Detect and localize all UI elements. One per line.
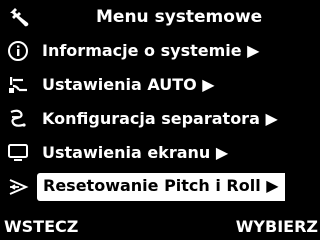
menu-item-label: Ustawienia ekranu ▶ (42, 143, 229, 162)
menu-item-auto-settings[interactable]: Ustawienia AUTO ▶ (0, 69, 320, 101)
menu-item-reset-pitch-roll[interactable]: Resetowanie Pitch i Roll ▶ (0, 171, 320, 203)
system-menu-screen: Menu systemowe Informacje o systemie ▶ U… (0, 0, 320, 240)
menu-item-system-info[interactable]: Informacje o systemie ▶ (0, 35, 320, 67)
menu-item-label: Informacje o systemie ▶ (42, 41, 260, 60)
auto-steer-icon (7, 74, 33, 96)
menu-item-label: Ustawienia AUTO ▶ (42, 75, 215, 94)
page-title: Menu systemowe (96, 7, 263, 27)
menu-item-separator-config[interactable]: Konfiguracja separatora ▶ (0, 103, 320, 135)
header: Menu systemowe (0, 2, 320, 32)
wrench-icon (8, 6, 32, 28)
info-circle-icon (7, 40, 33, 62)
monitor-icon (7, 142, 33, 164)
back-button[interactable]: WSTECZ (4, 216, 78, 238)
menu-item-label: Konfiguracja separatora ▶ (42, 109, 278, 128)
menu-item-screen-settings[interactable]: Ustawienia ekranu ▶ (0, 137, 320, 169)
menu-item-label: Resetowanie Pitch i Roll ▶ (37, 173, 285, 201)
softkey-bar: WSTECZ WYBIERZ (0, 214, 320, 238)
select-button[interactable]: WYBIERZ (236, 216, 318, 238)
separator-icon (7, 108, 33, 130)
pitch-roll-icon (7, 176, 33, 198)
